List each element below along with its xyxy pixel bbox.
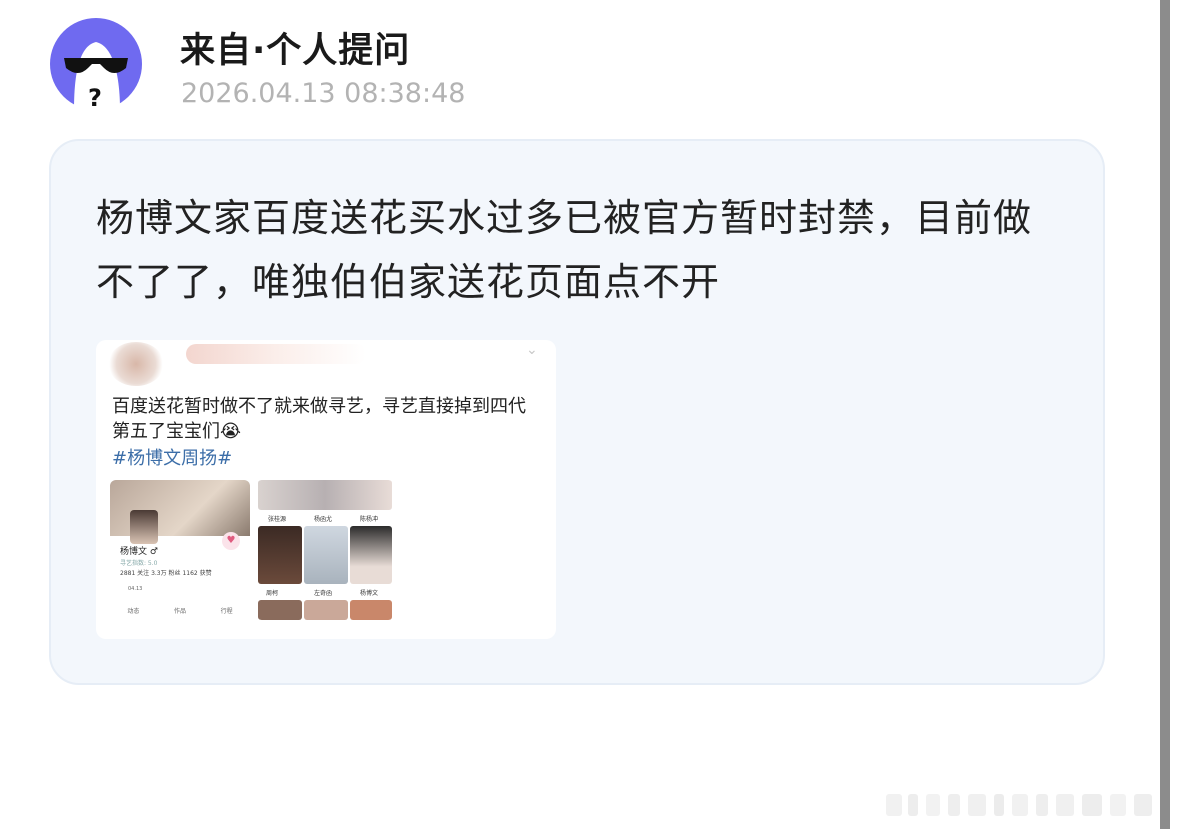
ranking-header-image [258,480,392,510]
watermark-pattern [886,794,1152,816]
svg-text:?: ? [88,84,102,110]
tab-dynamics: 动态 [127,608,140,615]
ranking-thumbnail[interactable]: 张桂源 杨函尤 陈杨冲 周柯 左奇函 杨博文 [256,480,394,620]
ranking-photo-5 [304,600,348,620]
ranking-photo-4 [258,600,302,620]
ranking-label-5: 左奇函 [314,590,333,597]
question-text: 杨博文家百度送花买水过多已被官方暂时封禁，目前做不了了，唯独伯伯家送花页面点不开 [96,196,1033,304]
profile-portrait [130,510,158,544]
profile-index: 寻艺指数: 5.0 [120,560,158,567]
avatar[interactable]: ? [48,18,144,110]
ranking-photo-6 [350,600,392,620]
profile-name: 杨博文 ♂ [120,547,158,557]
profile-tabs: 动态 作品 行程 [110,606,250,615]
embedded-post-text: 百度送花暂时做不了就来做寻艺，寻艺直接掉到四代第五了宝宝们😭 [112,396,526,442]
ranking-photo-1 [258,526,302,584]
chevron-down-icon: ⌄ [526,342,538,358]
right-edge-bar [1160,0,1170,829]
embedded-screenshot[interactable]: ⌄ 百度送花暂时做不了就来做寻艺，寻艺直接掉到四代第五了宝宝们😭 #杨博文周扬#… [96,340,556,639]
blurred-username [186,344,366,364]
ranking-label-1: 张桂源 [268,516,287,523]
profile-date: 04.13 [128,586,143,592]
tab-schedule: 行程 [220,608,233,615]
post-timestamp: 2026.04.13 08:38:48 [181,78,466,109]
ranking-photo-3 [350,526,392,584]
blurred-avatar [108,342,164,386]
author-name[interactable]: 来自·个人提问 [180,22,410,73]
tab-works: 作品 [173,608,186,615]
profile-thumbnail[interactable]: 杨博文 ♂ 寻艺指数: 5.0 2881 关注 3.3万 粉丝 1162 获赞 … [110,480,250,620]
ranking-label-4: 周柯 [266,590,279,597]
ranking-label-3: 陈杨冲 [360,516,379,523]
ranking-label-6: 杨博文 [360,590,379,597]
profile-stats: 2881 关注 3.3万 粉丝 1162 获赞 [120,570,212,577]
heart-icon: ♥ [222,532,240,550]
embedded-hashtag[interactable]: #杨博文周扬# [112,444,232,470]
ranking-label-2: 杨函尤 [314,516,333,523]
ranking-photo-2 [304,526,348,584]
